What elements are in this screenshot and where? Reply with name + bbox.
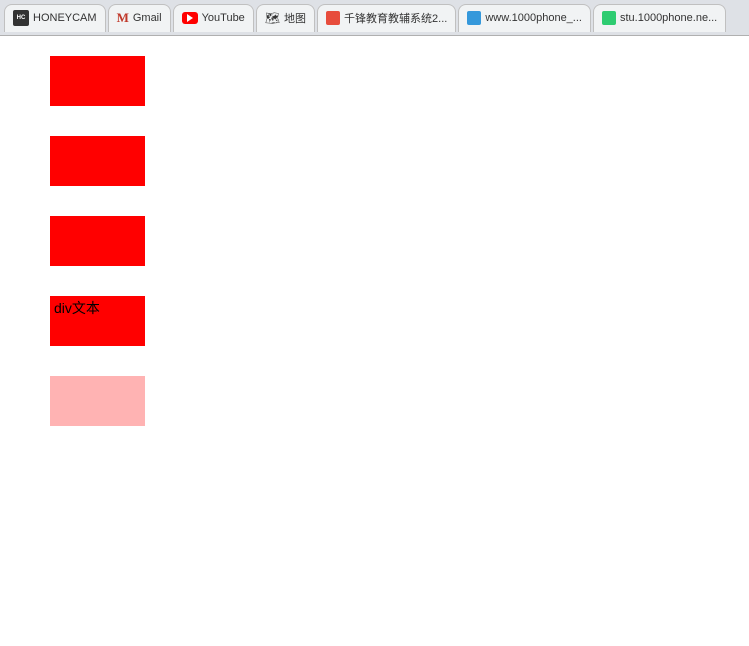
red-box-2: [50, 136, 145, 186]
tab-1000phone2[interactable]: stu.1000phone.ne...: [593, 4, 726, 32]
main-content: div文本: [0, 36, 749, 456]
tab-maps[interactable]: 🗺 地图: [256, 4, 315, 32]
box2-container: [50, 136, 749, 186]
tab-1000phone1-label: www.1000phone_...: [485, 12, 582, 24]
box3-container: [50, 216, 749, 266]
box4-container: div文本: [50, 296, 749, 346]
tab-honeyview[interactable]: HC HONEYCAM: [4, 4, 106, 32]
tab-1000phone2-label: stu.1000phone.ne...: [620, 12, 717, 24]
honeyview-favicon-icon: HC: [13, 10, 29, 26]
div-text-label: div文本: [54, 298, 100, 318]
pink-box-5: [50, 376, 145, 426]
tab-1000phone1[interactable]: www.1000phone_...: [458, 4, 591, 32]
red-box-3: [50, 216, 145, 266]
box1-container: [50, 56, 749, 106]
1000phone1-favicon-icon: [467, 11, 481, 25]
tab-qianjf1-label: 千锋教育教辅系统2...: [344, 10, 447, 26]
tab-youtube[interactable]: YouTube: [173, 4, 254, 32]
box5-container: [50, 376, 749, 426]
tab-youtube-label: YouTube: [202, 12, 245, 24]
gmail-favicon-icon: M: [117, 10, 129, 26]
maps-favicon-icon: 🗺: [265, 11, 280, 25]
red-box-with-text-4: div文本: [50, 296, 145, 346]
1000phone2-favicon-icon: [602, 11, 616, 25]
tab-honeyview-label: HONEYCAM: [33, 12, 97, 24]
youtube-favicon-icon: [182, 12, 198, 24]
tab-maps-label: 地图: [284, 10, 306, 26]
browser-tab-bar: HC HONEYCAM M Gmail YouTube 🗺 地图 千锋教育教辅系…: [0, 0, 749, 36]
qianjf1-favicon-icon: [326, 11, 340, 25]
tab-gmail-label: Gmail: [133, 12, 162, 24]
tab-gmail[interactable]: M Gmail: [108, 4, 171, 32]
red-box-1: [50, 56, 145, 106]
tab-qianjf1[interactable]: 千锋教育教辅系统2...: [317, 4, 456, 32]
